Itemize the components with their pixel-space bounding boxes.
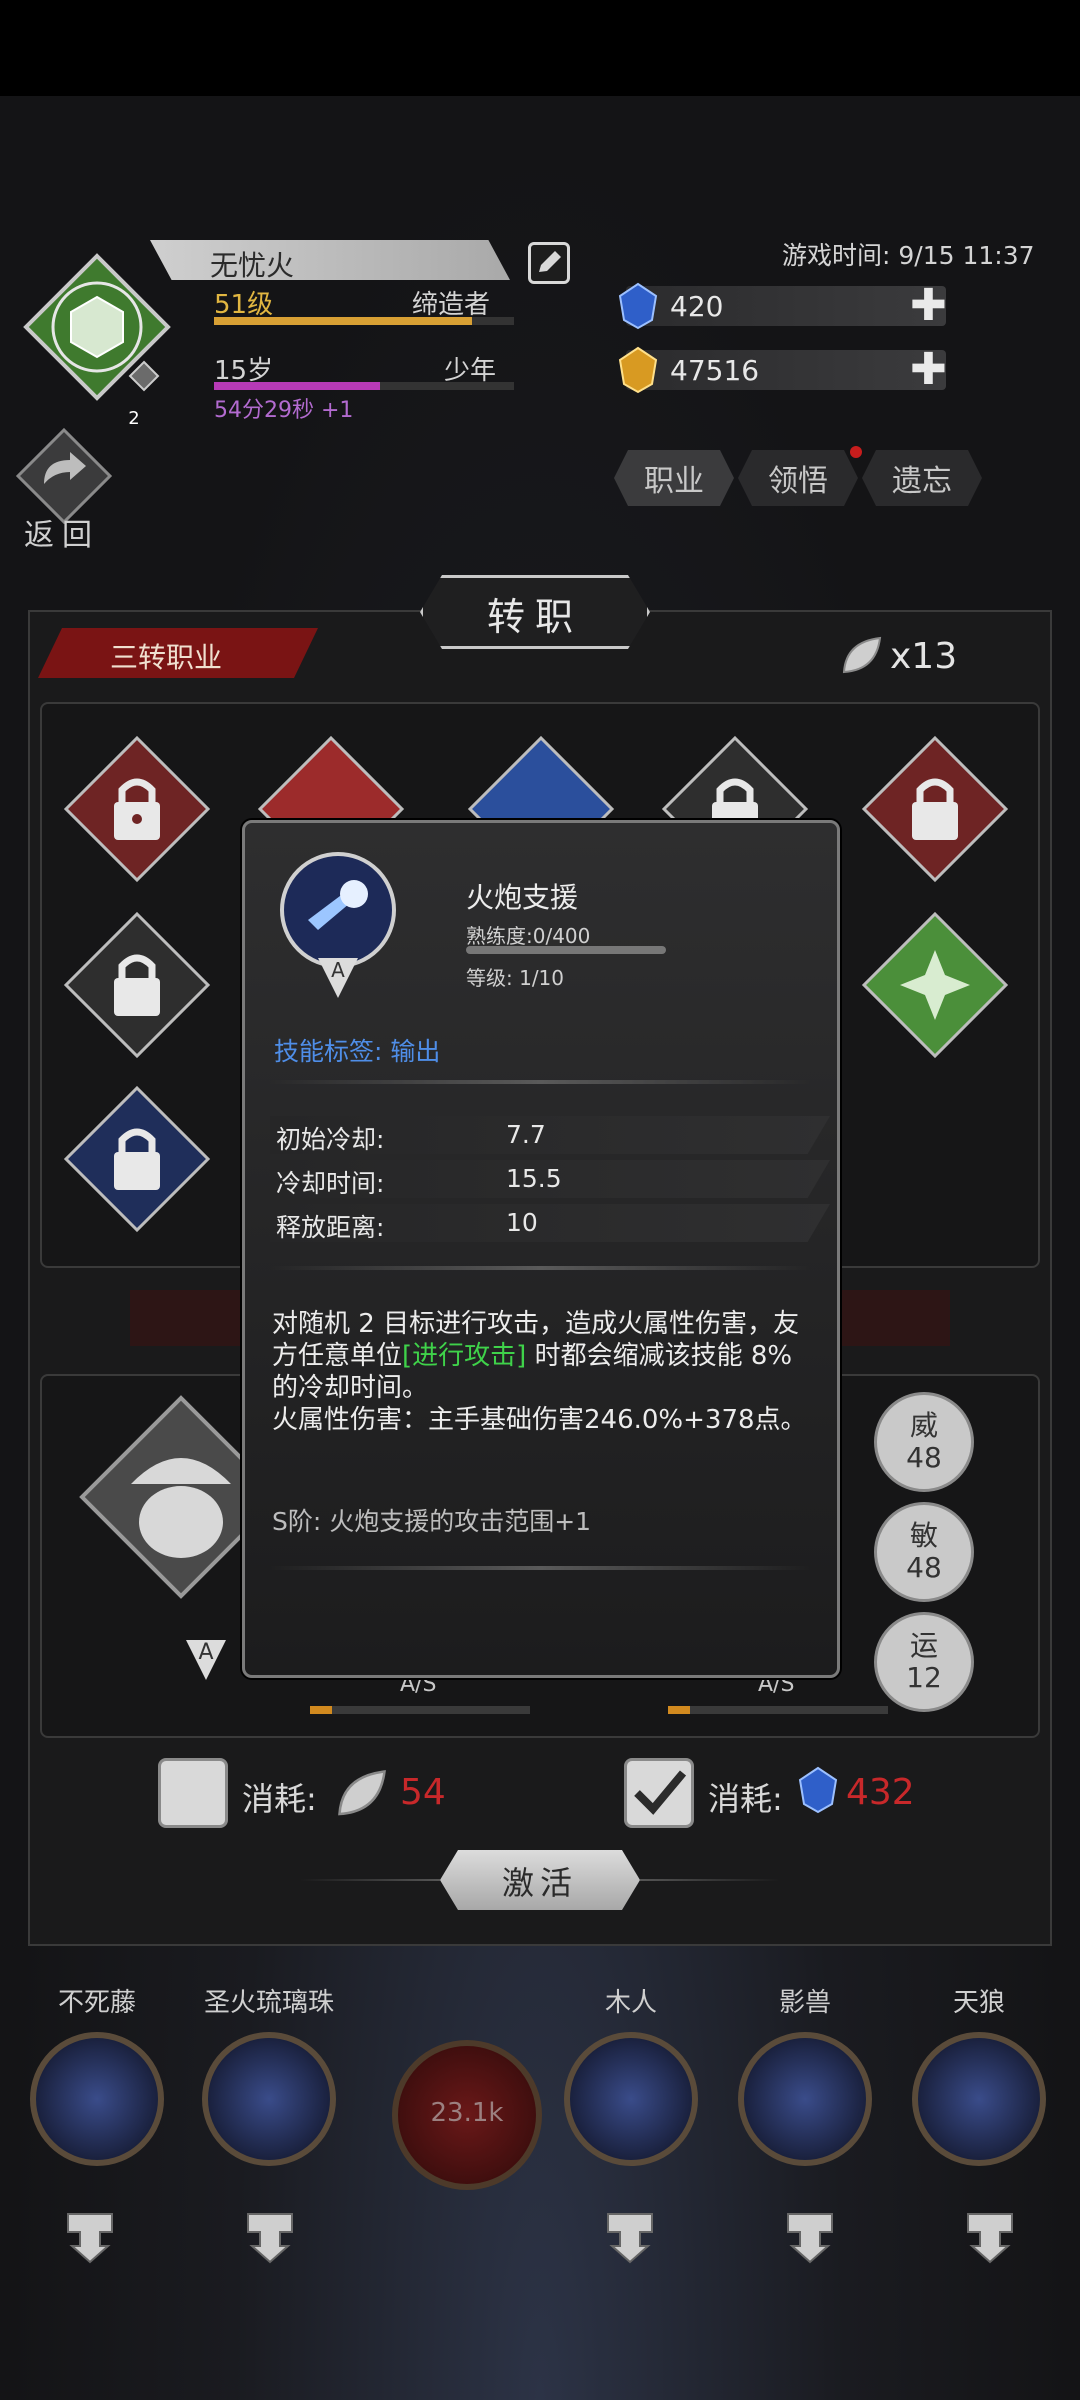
skill-orb[interactable] <box>738 2032 872 2166</box>
cost-label-leaf: 消耗: <box>242 1780 317 1818</box>
divider <box>640 1879 780 1881</box>
download-arrow-icon[interactable] <box>240 2206 300 2266</box>
skill-s-tier: S阶: 火炮支援的攻击范围+1 <box>272 1507 592 1536</box>
gold-count: 47516 <box>670 354 760 387</box>
locked-job-icon[interactable] <box>62 734 212 884</box>
age-bar-fill <box>214 382 380 390</box>
attr-value: 15.5 <box>506 1164 562 1193</box>
game-time: 游戏时间: 9/15 11:37 <box>782 241 1035 270</box>
checkmark-icon <box>634 1770 687 1815</box>
skill-slot[interactable]: 不死藤 <box>12 1960 182 2240</box>
divider <box>270 1566 810 1570</box>
divider <box>270 1080 810 1084</box>
tab-job[interactable]: 职业 <box>614 450 734 506</box>
skill-name-title: 火炮支援 <box>466 881 579 914</box>
skill-progress-left <box>310 1706 530 1714</box>
skill-grade-left: A <box>186 1640 226 1680</box>
skill-slot[interactable]: 圣火琉璃珠 <box>184 1960 354 2240</box>
attr-value: 7.7 <box>506 1120 546 1149</box>
skill-name: 影兽 <box>778 1988 831 2018</box>
skill-slot[interactable]: 天狼 <box>894 1960 1064 2240</box>
age-timer: 54分29秒 +1 <box>214 398 354 423</box>
skill-orb[interactable] <box>912 2032 1046 2166</box>
skill-name: 不死藤 <box>57 1988 136 2018</box>
class-badge-icon[interactable] <box>22 252 172 402</box>
attr-key: 释放距离: <box>276 1213 385 1242</box>
tier-label: 三转职业 <box>110 641 223 674</box>
download-arrow-icon[interactable] <box>780 2206 840 2266</box>
skill-description: 对随机 2 目标进行攻击，造成火属性伤害，友方任意单位[进行攻击] 时都会缩减该… <box>272 1308 822 1436</box>
cost-label-gem: 消耗: <box>708 1780 783 1818</box>
skill-name: 圣火琉璃珠 <box>203 1988 334 2018</box>
skill-grade-badge: A <box>318 958 358 998</box>
green-job-icon[interactable] <box>860 910 1010 1060</box>
blue-gem-icon <box>798 1766 838 1814</box>
desc-highlight[interactable]: [进行攻击] <box>402 1341 526 1371</box>
locked-job-icon[interactable] <box>62 1084 212 1234</box>
notification-dot <box>850 446 862 458</box>
skill-name: 天狼 <box>952 1988 1005 2018</box>
stat-wei: 威 48 <box>874 1392 974 1492</box>
cannon-skill-icon <box>280 852 396 968</box>
download-arrow-icon[interactable] <box>960 2206 1020 2266</box>
name-plate <box>150 240 510 280</box>
gold-gem-icon <box>618 346 658 394</box>
activate-button-label[interactable]: 激活 <box>440 1858 640 1904</box>
player-name: 无忧火 <box>210 249 295 282</box>
leaf-icon <box>842 636 882 674</box>
stat-yun: 运 12 <box>874 1612 974 1712</box>
edit-name-button[interactable] <box>528 242 570 284</box>
skill-slot[interactable]: 影兽 <box>720 1960 890 2240</box>
skill-proficiency: 熟练度:0/400 <box>466 924 591 948</box>
tab-forget[interactable]: 遗忘 <box>862 450 982 506</box>
locked-job-icon[interactable] <box>860 734 1010 884</box>
desc-damage: 火属性伤害：主手基础伤害246.0%+378点。 <box>272 1405 807 1435</box>
leaf-icon <box>338 1770 386 1816</box>
status-bar <box>0 0 1080 96</box>
divider <box>270 1266 810 1270</box>
divider <box>300 1879 440 1881</box>
gem-count: 420 <box>670 290 724 323</box>
skill-orb[interactable] <box>30 2032 164 2166</box>
panel-title: 转职 <box>486 595 583 639</box>
skill-orb[interactable] <box>564 2032 698 2166</box>
gem-cost-checkbox[interactable] <box>624 1758 694 1828</box>
center-power-value: 23.1k <box>430 2098 504 2128</box>
tab-insight[interactable]: 领悟 <box>738 450 858 506</box>
attr-key: 冷却时间: <box>276 1169 385 1198</box>
class-label: 缔造者 <box>412 290 491 320</box>
leaf-count: x13 <box>890 636 958 677</box>
gem-cost-value: 432 <box>846 1772 915 1813</box>
exp-bar-fill <box>214 317 472 325</box>
skill-orb[interactable] <box>202 2032 336 2166</box>
add-gems-button[interactable]: ✚ <box>910 284 947 328</box>
add-gold-button[interactable]: ✚ <box>910 348 947 392</box>
proficiency-bar <box>466 946 666 954</box>
badge-rank: 2 <box>128 408 140 429</box>
skill-level: 等级: 1/10 <box>466 966 565 990</box>
skill-progress-right <box>668 1706 888 1714</box>
leaf-cost-checkbox[interactable] <box>158 1758 228 1828</box>
skill-slot[interactable]: 木人 <box>546 1960 716 2240</box>
attr-key: 初始冷却: <box>276 1125 385 1154</box>
level-label: 51级 <box>214 290 274 320</box>
skill-name: 木人 <box>604 1988 657 2018</box>
locked-job-icon[interactable] <box>62 910 212 1060</box>
top-tabs: 职业 领悟 遗忘 <box>614 450 982 506</box>
back-button-label[interactable]: 返回 <box>24 510 100 554</box>
pencil-icon <box>539 251 561 272</box>
leaf-cost-value: 54 <box>400 1772 446 1813</box>
blue-gem-icon <box>618 282 658 330</box>
download-arrow-icon[interactable] <box>600 2206 660 2266</box>
stat-min: 敏 48 <box>874 1502 974 1602</box>
download-arrow-icon[interactable] <box>60 2206 120 2266</box>
attr-value: 10 <box>506 1208 538 1237</box>
skill-tag: 技能标签: 输出 <box>274 1037 441 1066</box>
